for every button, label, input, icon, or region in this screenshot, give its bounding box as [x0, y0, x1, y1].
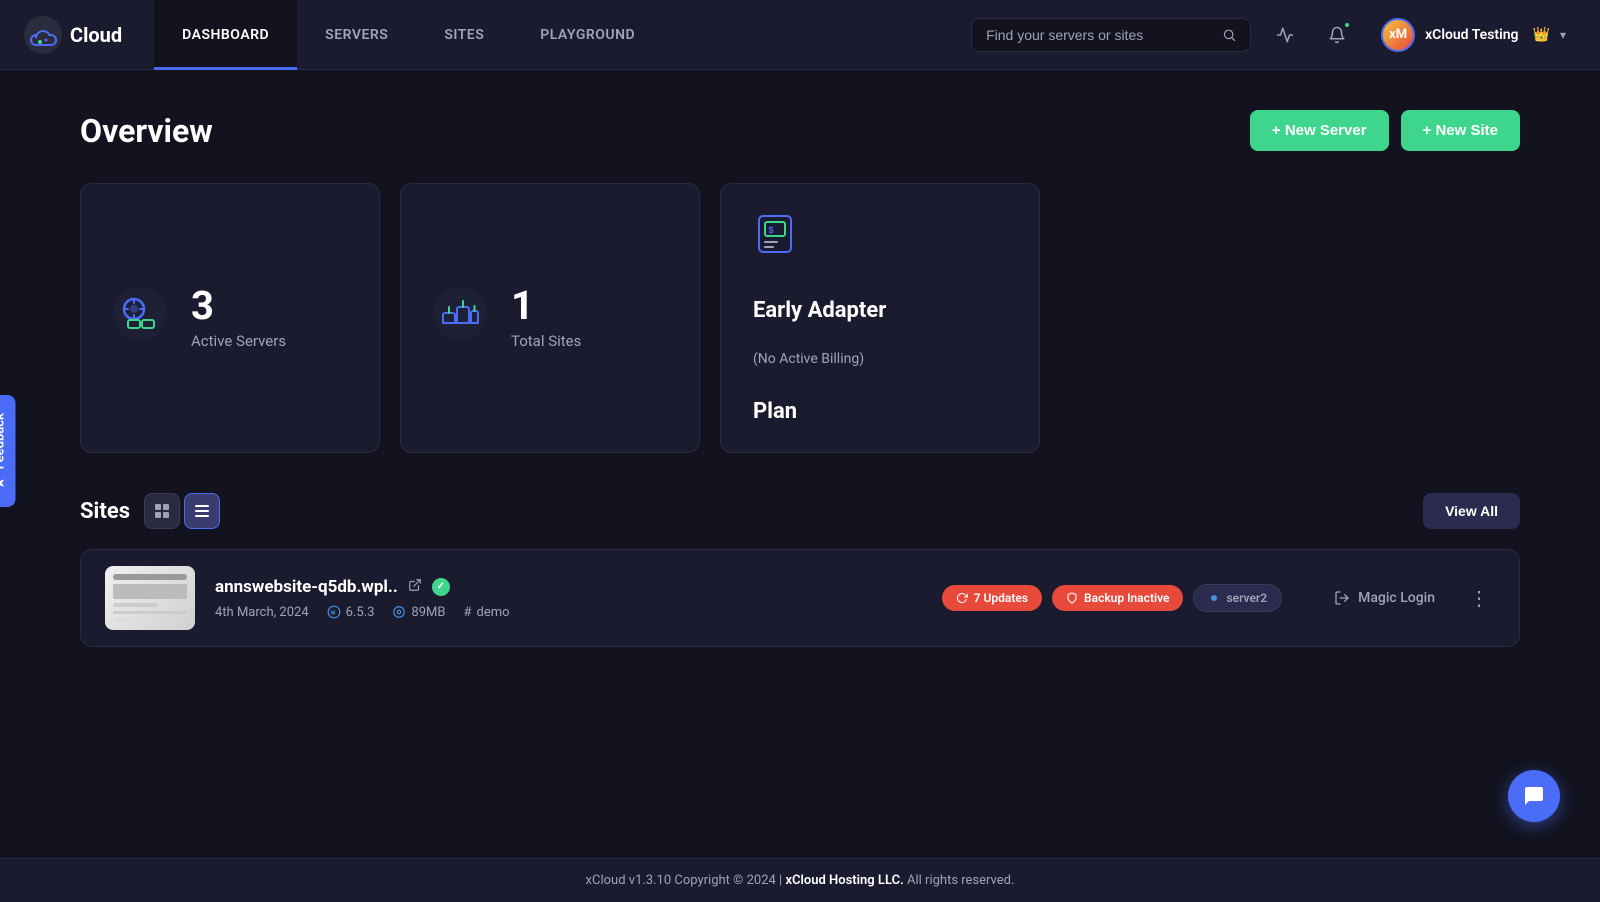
plan-icon: $ [753, 212, 797, 266]
header-right: xM xCloud Testing 👑 ▾ [971, 12, 1576, 58]
site-info: annswebsite-q5db.wpl.. 4th March, 2024 [215, 577, 902, 620]
search-icon [1222, 27, 1236, 43]
main-content: Overview + New Server + New Site 3 Ac [0, 70, 1600, 830]
logo-icon [24, 16, 62, 54]
nav-dashboard[interactable]: DASHBOARD [154, 0, 297, 70]
nav-servers[interactable]: SERVERS [297, 0, 416, 70]
user-name: xCloud Testing [1425, 27, 1518, 43]
footer-rights: All rights reserved. [907, 873, 1014, 888]
crown-icon: 👑 [1533, 27, 1550, 43]
list-view-button[interactable] [184, 493, 220, 529]
grid-view-button[interactable] [144, 493, 180, 529]
sites-section: Sites [80, 493, 1520, 647]
backup-icon [1066, 592, 1078, 604]
chat-button[interactable] [1508, 770, 1560, 822]
footer-company-link[interactable]: xCloud Hosting LLC. [785, 873, 903, 888]
notification-badge [1343, 21, 1351, 29]
site-name-row: annswebsite-q5db.wpl.. [215, 577, 902, 597]
stat-card-servers: 3 Active Servers [80, 183, 380, 453]
stat-card-sites: 1 Total Sites [400, 183, 700, 453]
sites-header: Sites [80, 493, 1520, 529]
stat-cards: 3 Active Servers 1 Total Sites [80, 183, 1520, 453]
site-tag: # demo [463, 605, 509, 620]
new-site-button[interactable]: + New Site [1401, 110, 1520, 151]
overview-title: Overview [80, 112, 213, 150]
main-nav: DASHBOARD SERVERS SITES PLAYGROUND [154, 0, 971, 70]
stat-card-plan: $ Early Adapter (No Active Billing) Plan [720, 183, 1040, 453]
feedback-label: Feedback [0, 413, 8, 469]
magic-login-icon [1334, 590, 1350, 606]
activity-icon [1276, 26, 1294, 44]
site-badges: 7 Updates Backup Inactive server2 [942, 584, 1282, 612]
site-actions: Magic Login ⋮ [1322, 580, 1495, 616]
badge-server[interactable]: server2 [1193, 584, 1282, 612]
site-active-indicator [432, 578, 450, 596]
list-icon [195, 504, 209, 518]
svg-text:$: $ [768, 225, 773, 235]
servers-count: 3 [191, 286, 286, 326]
logo[interactable]: Cloud [24, 16, 122, 54]
badge-updates[interactable]: 7 Updates [942, 585, 1042, 611]
chat-icon [1522, 784, 1546, 808]
feedback-tab[interactable]: ★ Feedback [0, 395, 16, 507]
chevron-down-icon: ▾ [1560, 28, 1566, 42]
site-disk: 89MB [392, 605, 445, 620]
server-badge-icon [1208, 592, 1220, 604]
svg-text:W: W [330, 610, 335, 616]
overview-header: Overview + New Server + New Site [80, 110, 1520, 151]
plan-subtitle: (No Active Billing) [753, 351, 864, 367]
avatar: xM [1381, 18, 1415, 52]
bell-icon [1328, 26, 1346, 44]
more-options-button[interactable]: ⋮ [1463, 580, 1495, 616]
hash-icon: # [463, 605, 471, 620]
footer-app-name: xCloud [586, 873, 626, 888]
grid-icon [155, 504, 169, 518]
site-row: annswebsite-q5db.wpl.. 4th March, 2024 [80, 549, 1520, 647]
new-server-button[interactable]: + New Server [1250, 110, 1389, 151]
plan-label: Plan [753, 399, 797, 424]
site-thumbnail [105, 566, 195, 630]
wordpress-icon: W [327, 605, 341, 619]
site-meta: 4th March, 2024 W 6.5.3 89MB [215, 605, 902, 620]
logo-text: Cloud [70, 23, 122, 47]
footer-copyright: Copyright © 2024 | [674, 873, 785, 888]
servers-label: Active Servers [191, 332, 286, 350]
activity-icon-btn[interactable] [1267, 17, 1303, 53]
footer-version: v1.3.10 [629, 873, 671, 888]
plan-title: Early Adapter [753, 298, 886, 323]
servers-stat-info: 3 Active Servers [191, 286, 286, 350]
site-wp-version: W 6.5.3 [327, 605, 375, 620]
view-all-button[interactable]: View All [1423, 493, 1520, 529]
search-bar[interactable] [971, 18, 1251, 52]
search-input[interactable] [986, 27, 1212, 43]
nav-playground[interactable]: PLAYGROUND [512, 0, 663, 70]
sites-title: Sites [80, 499, 130, 524]
servers-icon [113, 287, 167, 349]
user-menu[interactable]: xM xCloud Testing 👑 ▾ [1371, 12, 1576, 58]
magic-login-button[interactable]: Magic Login [1322, 582, 1447, 614]
site-name: annswebsite-q5db.wpl.. [215, 577, 398, 597]
sites-title-area: Sites [80, 493, 220, 529]
disk-icon [392, 605, 406, 619]
sites-icon [433, 287, 487, 349]
sites-label: Total Sites [511, 332, 581, 350]
site-date: 4th March, 2024 [215, 605, 309, 620]
view-toggle [144, 493, 220, 529]
action-buttons: + New Server + New Site [1250, 110, 1520, 151]
footer: xCloud v1.3.10 Copyright © 2024 | xCloud… [0, 858, 1600, 902]
sites-stat-info: 1 Total Sites [511, 286, 581, 350]
sites-count: 1 [511, 286, 581, 326]
nav-sites[interactable]: SITES [416, 0, 512, 70]
external-link-icon[interactable] [408, 578, 422, 596]
badge-backup[interactable]: Backup Inactive [1052, 585, 1183, 611]
updates-icon [956, 592, 968, 604]
feedback-icon: ★ [0, 477, 8, 489]
header: Cloud DASHBOARD SERVERS SITES PLAYGROUND [0, 0, 1600, 70]
notification-icon-btn[interactable] [1319, 17, 1355, 53]
